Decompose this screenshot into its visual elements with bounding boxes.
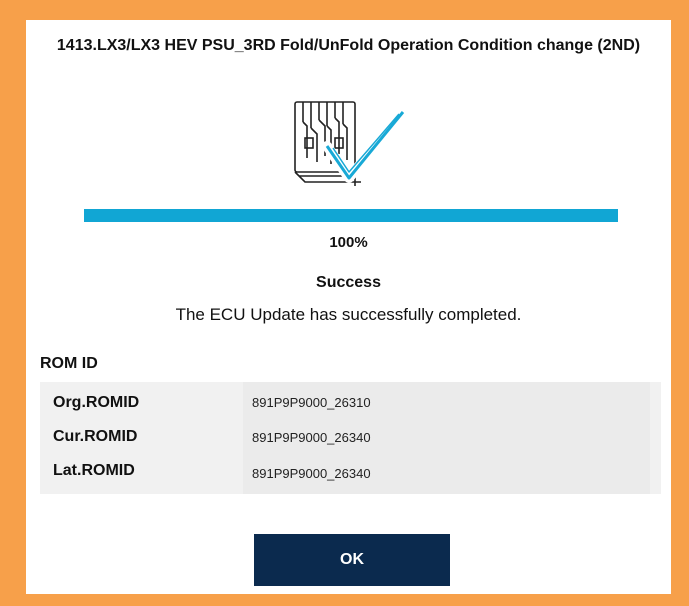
status-title: Success (316, 274, 381, 291)
org-romid-label: Org.ROMID (53, 394, 140, 411)
rom-id-heading: ROM ID (40, 355, 98, 372)
update-result-dialog: 1413.LX3/LX3 HEV PSU_3RD Fold/UnFold Ope… (26, 20, 671, 594)
window-frame: 1413.LX3/LX3 HEV PSU_3RD Fold/UnFold Ope… (0, 0, 689, 606)
progress-bar-fill (84, 209, 618, 222)
cur-romid-label: Cur.ROMID (53, 428, 138, 445)
ecu-checkmark-icon (291, 98, 411, 188)
progress-bar (84, 209, 618, 222)
ok-button[interactable]: OK (254, 534, 450, 586)
cur-romid-value: 891P9P9000_26340 (252, 430, 371, 445)
rom-id-table: Org.ROMID 891P9P9000_26310 Cur.ROMID 891… (40, 382, 661, 494)
dialog-title: 1413.LX3/LX3 HEV PSU_3RD Fold/UnFold Ope… (56, 37, 641, 54)
progress-percent: 100% (329, 234, 368, 251)
lat-romid-value: 891P9P9000_26340 (252, 466, 371, 481)
lat-romid-label: Lat.ROMID (53, 462, 135, 479)
org-romid-value: 891P9P9000_26310 (252, 395, 371, 410)
status-message: The ECU Update has successfully complete… (175, 305, 522, 324)
